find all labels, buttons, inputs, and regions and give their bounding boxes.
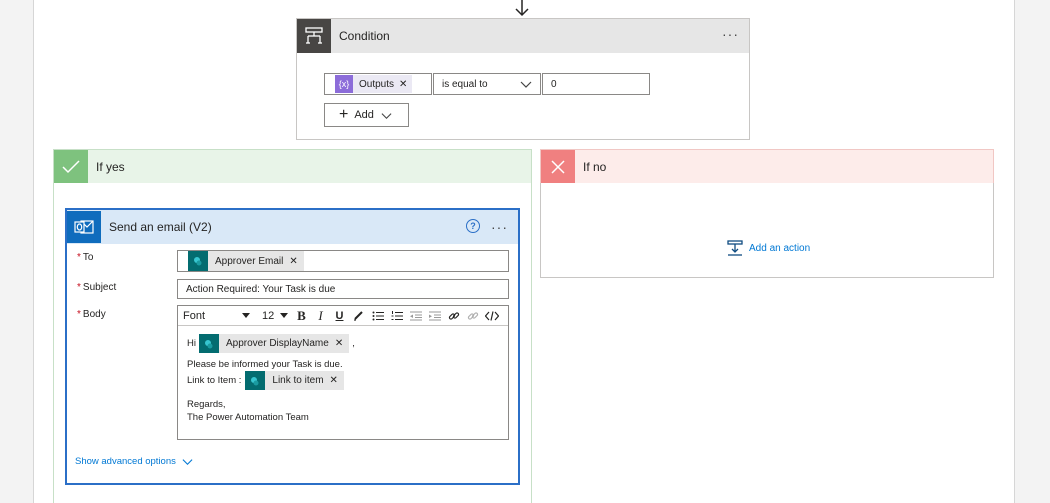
font-dropdown[interactable]: Font	[178, 310, 256, 322]
expression-icon: {x}	[335, 75, 353, 93]
subject-label: * Subject	[77, 282, 117, 293]
italic-icon[interactable]: I	[311, 308, 330, 324]
signature-text: The Power Automation Team	[187, 412, 309, 423]
close-icon	[541, 150, 575, 183]
add-an-action-link[interactable]: Add an action	[727, 240, 810, 256]
bulleted-list-icon[interactable]	[368, 308, 387, 324]
condition-card[interactable]: Condition ··· {x} Outputs ✕ is equal to …	[296, 18, 750, 140]
code-view-icon[interactable]	[482, 308, 501, 324]
if-no-header[interactable]: If no	[540, 149, 994, 183]
link-icon[interactable]	[444, 308, 463, 324]
condition-row: {x} Outputs ✕ is equal to 0	[324, 73, 650, 95]
plus-icon: +	[339, 106, 349, 123]
send-email-header[interactable]: Send an email (V2) ? ···	[67, 210, 518, 244]
approver-email-token[interactable]: Approver Email ✕	[188, 251, 304, 271]
more-options-icon[interactable]: ···	[722, 27, 739, 41]
underline-icon[interactable]: U	[330, 308, 349, 324]
help-icon[interactable]: ?	[466, 219, 480, 233]
add-action-label: Add an action	[749, 242, 811, 254]
send-email-card[interactable]: Send an email (V2) ? ··· * To Approver Em…	[65, 208, 520, 485]
condition-value: 0	[551, 78, 557, 90]
condition-title: Condition	[339, 29, 390, 43]
advanced-label: Show advanced options	[75, 456, 176, 467]
if-yes-header[interactable]: If yes	[53, 149, 532, 183]
token-label: Link to item	[272, 375, 324, 386]
operator-label: is equal to	[442, 78, 488, 90]
add-label: Add	[354, 109, 374, 121]
remove-token-icon[interactable]: ✕	[330, 374, 344, 387]
link-prefix-text: Link to Item :	[187, 375, 242, 386]
token-label: Approver Email	[215, 255, 284, 267]
increase-indent-icon[interactable]	[425, 308, 444, 324]
add-condition-button[interactable]: + Add	[324, 103, 409, 127]
subject-field[interactable]: Action Required: Your Task is due	[177, 279, 509, 299]
condition-icon	[297, 19, 331, 53]
greeting-text: Hi	[187, 338, 196, 349]
chevron-down-icon	[182, 459, 193, 466]
operator-dropdown[interactable]: is equal to	[433, 73, 541, 95]
to-label: * To	[77, 252, 94, 263]
rich-text-toolbar: Font 12 B I U	[178, 306, 508, 326]
unlink-icon[interactable]	[463, 308, 482, 324]
subject-value: Action Required: Your Task is due	[186, 283, 336, 295]
remove-token-icon[interactable]: ✕	[289, 256, 303, 267]
body-content[interactable]: Hi Approver DisplayName ✕ , Please be in…	[178, 326, 508, 432]
condition-value-input[interactable]: 0	[542, 73, 650, 95]
decrease-indent-icon[interactable]	[406, 308, 425, 324]
outputs-token[interactable]: {x} Outputs ✕	[335, 75, 413, 93]
bold-icon[interactable]: B	[292, 308, 311, 324]
font-size-dropdown[interactable]: 12	[262, 310, 292, 322]
chevron-down-icon	[381, 112, 392, 119]
caret-down-icon	[242, 312, 250, 318]
down-arrow-icon	[515, 0, 529, 17]
more-options-icon[interactable]: ···	[491, 220, 508, 234]
send-email-title: Send an email (V2)	[109, 220, 212, 234]
sharepoint-icon	[245, 371, 266, 390]
token-label: Outputs	[359, 78, 395, 90]
body-editor[interactable]: Font 12 B I U Hi Approver DisplayName ✕ …	[177, 305, 509, 440]
highlight-icon[interactable]	[349, 308, 368, 324]
condition-operand-left[interactable]: {x} Outputs ✕	[324, 73, 432, 95]
if-no-body: Add an action	[540, 183, 994, 278]
body-line-1: Please be informed your Task is due.	[187, 359, 343, 370]
token-label: Approver DisplayName	[225, 338, 329, 349]
link-to-item-token[interactable]: Link to item ✕	[245, 371, 344, 390]
comma-text: ,	[352, 338, 355, 349]
condition-header[interactable]: Condition ···	[297, 19, 749, 53]
approver-displayname-token[interactable]: Approver DisplayName ✕	[198, 334, 350, 353]
chevron-down-icon	[520, 81, 532, 88]
remove-token-icon[interactable]: ✕	[399, 79, 412, 90]
body-label: * Body	[77, 309, 106, 320]
sharepoint-icon	[198, 334, 219, 353]
numbered-list-icon[interactable]	[387, 308, 406, 324]
show-advanced-options-link[interactable]: Show advanced options	[75, 456, 193, 467]
outlook-icon	[67, 211, 101, 243]
to-field[interactable]: Approver Email ✕	[177, 250, 509, 272]
if-no-title: If no	[583, 159, 607, 174]
caret-down-icon	[280, 312, 288, 318]
add-action-icon	[727, 240, 743, 256]
regards-text: Regards,	[187, 399, 226, 410]
checkmark-icon	[54, 150, 88, 183]
remove-token-icon[interactable]: ✕	[335, 337, 349, 350]
sharepoint-icon	[188, 251, 208, 271]
if-yes-title: If yes	[96, 159, 125, 174]
